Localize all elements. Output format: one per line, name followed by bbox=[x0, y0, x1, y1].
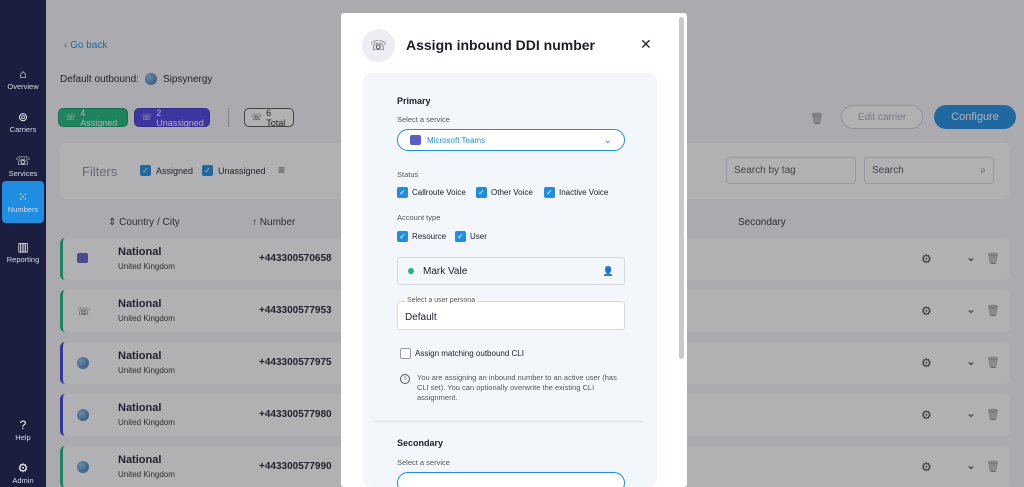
modal-scrollbar[interactable] bbox=[679, 17, 684, 359]
user-name: Mark Vale bbox=[423, 265, 468, 277]
persona-select[interactable]: Select a user persona Default bbox=[397, 297, 625, 330]
sidebar-item-label: Admin bbox=[12, 475, 34, 485]
help-icon: ? bbox=[19, 417, 27, 432]
sidebar-item-label: Carriers bbox=[9, 124, 37, 134]
account-resource-checkbox[interactable]: ✓ Resource bbox=[397, 231, 446, 242]
sidebar-item-help[interactable]: ? Help bbox=[2, 409, 44, 451]
status-other-voice-checkbox[interactable]: ✓ Other Voice bbox=[476, 187, 533, 198]
checkbox-label: Assign matching outbound CLI bbox=[415, 349, 524, 358]
chevron-down-icon: ⌄ bbox=[603, 134, 612, 146]
account-type-label: Account type bbox=[397, 213, 441, 222]
microsoft-teams-icon bbox=[410, 135, 421, 145]
info-icon: i bbox=[400, 374, 410, 384]
assign-outbound-cli-checkbox[interactable]: ✓ Assign matching outbound CLI bbox=[400, 348, 524, 359]
sidebar-item-numbers[interactable]: ⁙ Numbers bbox=[2, 181, 44, 223]
phone-icon: ☏ bbox=[15, 153, 31, 168]
status-callroute-checkbox[interactable]: ✓ Callroute Voice bbox=[397, 187, 466, 198]
antenna-icon: ⊚ bbox=[17, 109, 29, 124]
status-inactive-voice-checkbox[interactable]: ✓ Inactive Voice bbox=[544, 187, 608, 198]
checkbox-checked-icon: ✓ bbox=[455, 231, 466, 242]
secondary-service-select[interactable] bbox=[397, 472, 625, 487]
sidebar: ⌂ Overview ⊚ Carriers ☏ Services ⁙ Numbe… bbox=[0, 0, 46, 487]
sidebar-item-label: Numbers bbox=[7, 204, 39, 214]
checkbox-label: Resource bbox=[412, 232, 447, 241]
sidebar-item-label: Help bbox=[15, 432, 31, 442]
checkbox-label: Other Voice bbox=[491, 188, 533, 197]
dialpad-icon: ⁙ bbox=[17, 189, 29, 204]
account-user-checkbox[interactable]: ✓ User bbox=[455, 231, 487, 242]
checkbox-checked-icon: ✓ bbox=[476, 187, 487, 198]
persona-label: Select a user persona bbox=[405, 297, 478, 304]
section-divider bbox=[375, 421, 643, 422]
checkbox-label: Callroute Voice bbox=[412, 188, 466, 197]
persona-value: Default bbox=[405, 312, 437, 323]
assign-ddi-modal: ☏ Assign inbound DDI number ✕ Primary Se… bbox=[341, 13, 687, 487]
close-icon[interactable]: ✕ bbox=[640, 36, 652, 53]
modal-title: Assign inbound DDI number bbox=[406, 37, 595, 53]
checkbox-checked-icon: ✓ bbox=[397, 231, 408, 242]
primary-service-label: Select a service bbox=[397, 115, 450, 124]
primary-service-value: Microsoft Teams bbox=[427, 135, 486, 145]
cli-info-note: i You are assigning an inbound number to… bbox=[400, 373, 630, 403]
sidebar-item-label: Overview bbox=[7, 81, 39, 91]
user-select[interactable]: Mark Vale 👤 bbox=[397, 257, 625, 285]
checkbox-unchecked-icon: ✓ bbox=[400, 348, 411, 359]
admin-icon: ⚙ bbox=[17, 460, 29, 475]
home-icon: ⌂ bbox=[19, 66, 27, 81]
checkbox-label: User bbox=[470, 232, 487, 241]
primary-service-select[interactable]: Microsoft Teams ⌄ bbox=[397, 129, 625, 151]
person-icon: 👤 bbox=[602, 265, 614, 276]
secondary-heading: Secondary bbox=[397, 438, 444, 448]
sidebar-item-carriers[interactable]: ⊚ Carriers bbox=[2, 101, 44, 143]
sidebar-item-label: Reporting bbox=[6, 254, 40, 264]
sidebar-item-label: Services bbox=[8, 168, 38, 178]
sidebar-item-overview[interactable]: ⌂ Overview bbox=[2, 58, 44, 100]
sidebar-item-reporting[interactable]: ▥ Reporting bbox=[2, 231, 44, 273]
sidebar-item-admin[interactable]: ⚙ Admin bbox=[2, 452, 44, 487]
info-text: You are assigning an inbound number to a… bbox=[417, 373, 617, 402]
checkbox-checked-icon: ✓ bbox=[544, 187, 555, 198]
online-status-icon bbox=[408, 268, 414, 274]
checkbox-label: Inactive Voice bbox=[559, 188, 609, 197]
phone-forward-icon: ☏ bbox=[362, 29, 395, 62]
checkbox-checked-icon: ✓ bbox=[397, 187, 408, 198]
secondary-service-label: Select a service bbox=[397, 458, 450, 467]
status-label: Status bbox=[397, 170, 419, 179]
primary-heading: Primary bbox=[397, 96, 431, 106]
chart-icon: ▥ bbox=[17, 239, 29, 254]
